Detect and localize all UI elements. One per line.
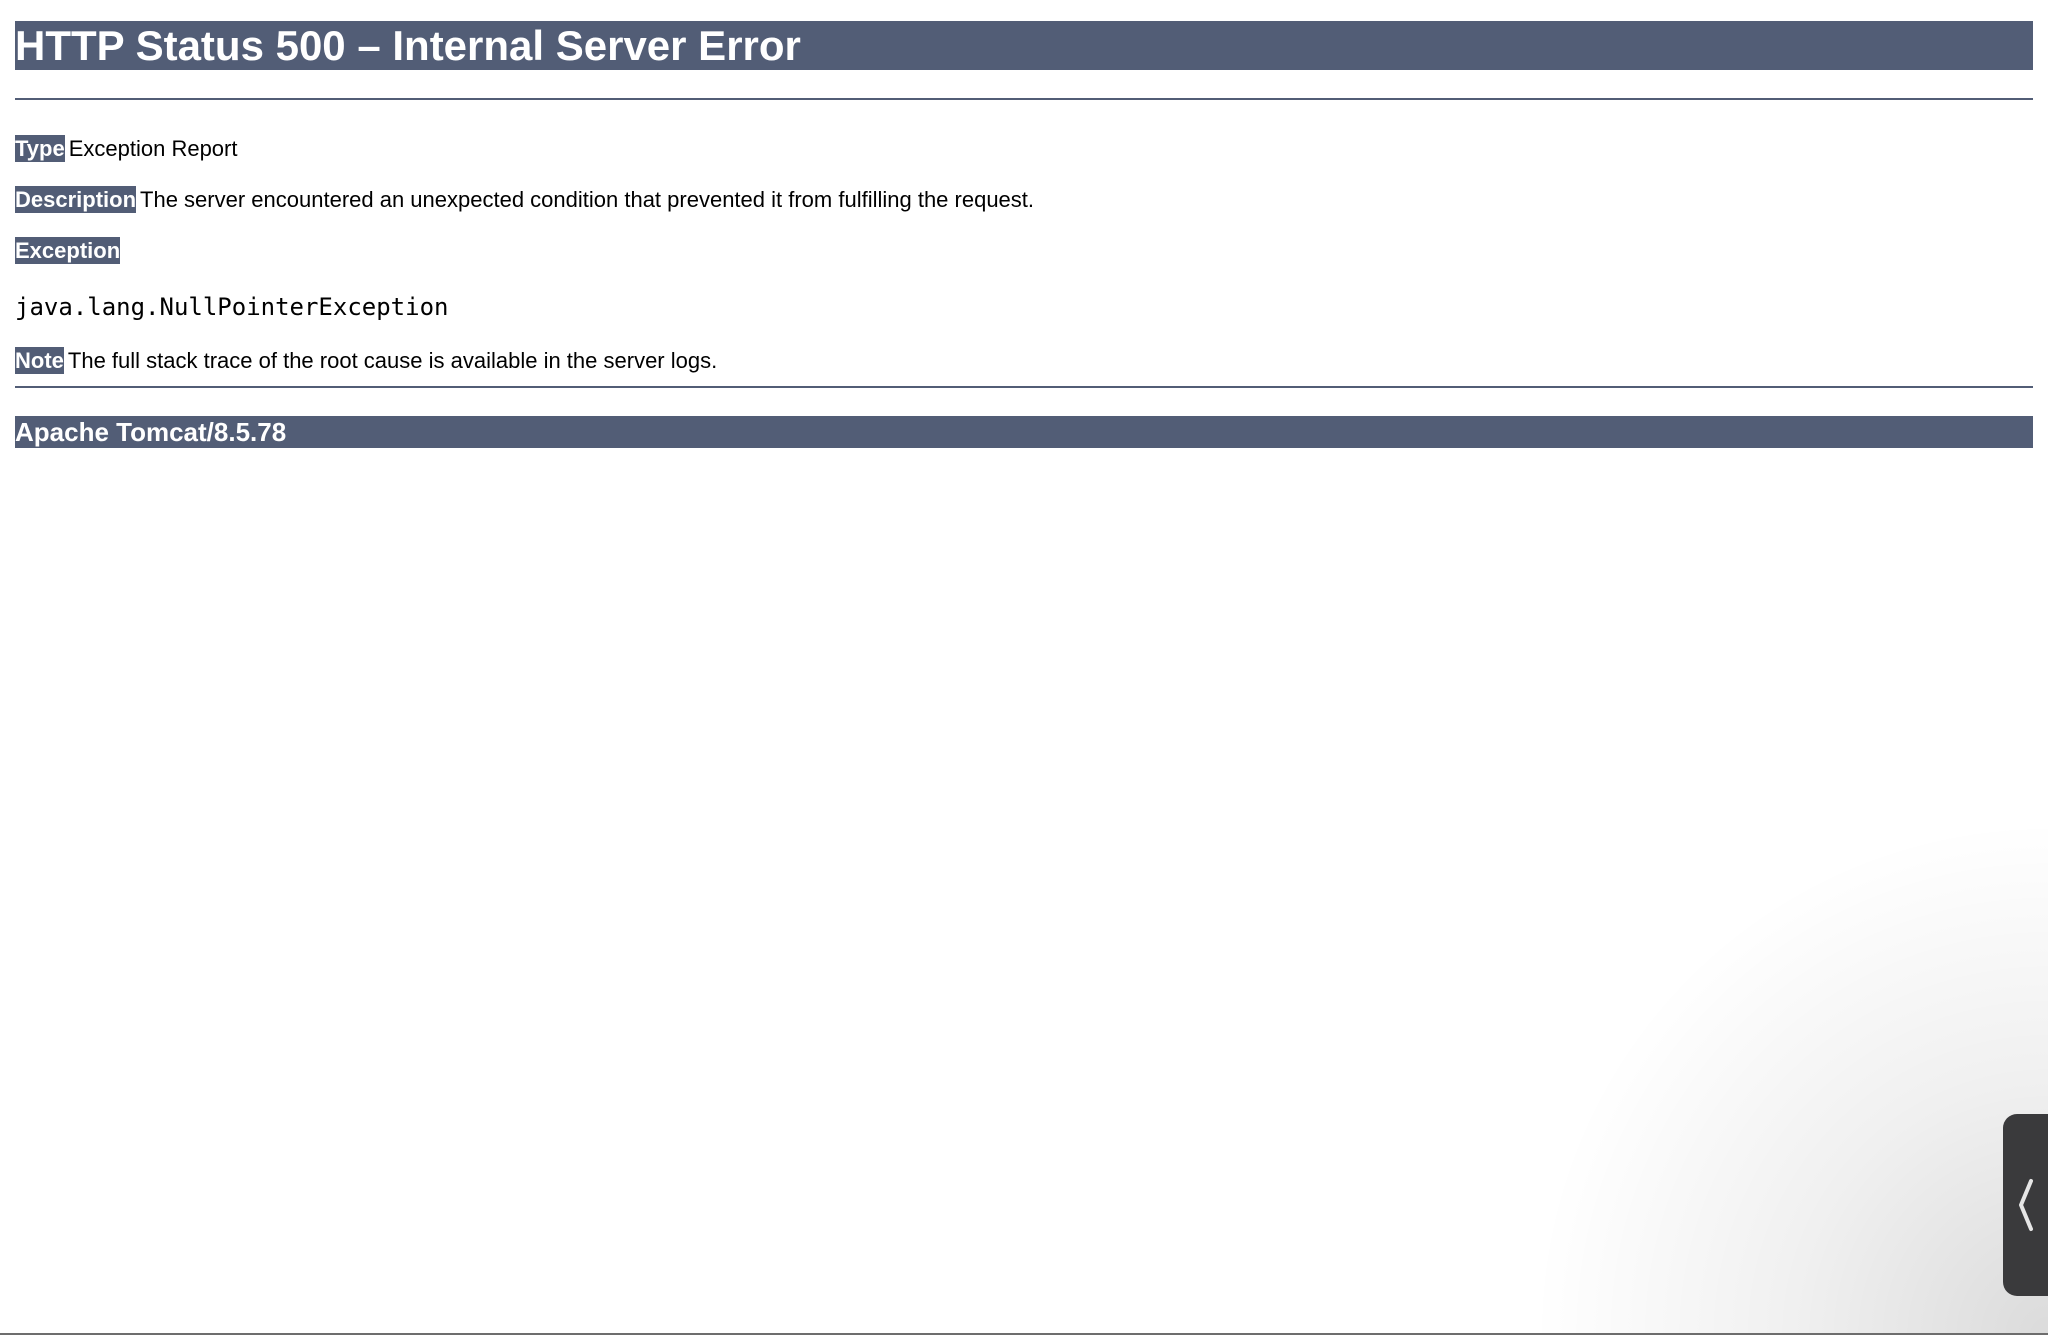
exception-label: Exception (15, 237, 121, 264)
exception-value: java.lang.NullPointerException (15, 293, 449, 321)
description-label: Description (15, 186, 137, 213)
divider-bottom (15, 386, 2033, 388)
divider-top (15, 98, 2033, 100)
server-footer: Apache Tomcat/8.5.78 (15, 416, 2033, 448)
note-row: Note The full stack trace of the root cau… (15, 347, 717, 374)
error-page: HTTP Status 500 – Internal Server Error … (15, 21, 2033, 448)
note-label: Note (15, 347, 64, 374)
note-value: The full stack trace of the root cause i… (67, 348, 718, 373)
type-value: Exception Report (68, 136, 238, 161)
type-row: Type Exception Report (15, 135, 237, 162)
page-title: HTTP Status 500 – Internal Server Error (15, 21, 2033, 70)
side-drawer-handle[interactable] (2003, 1114, 2048, 1296)
description-row: Description The server encountered an une… (15, 186, 1034, 213)
chevron-left-icon (2016, 1178, 2036, 1232)
edge-shadow (1528, 815, 2048, 1335)
type-label: Type (15, 135, 65, 162)
exception-row: Exception (15, 237, 121, 264)
description-value: The server encountered an unexpected con… (140, 187, 1035, 212)
